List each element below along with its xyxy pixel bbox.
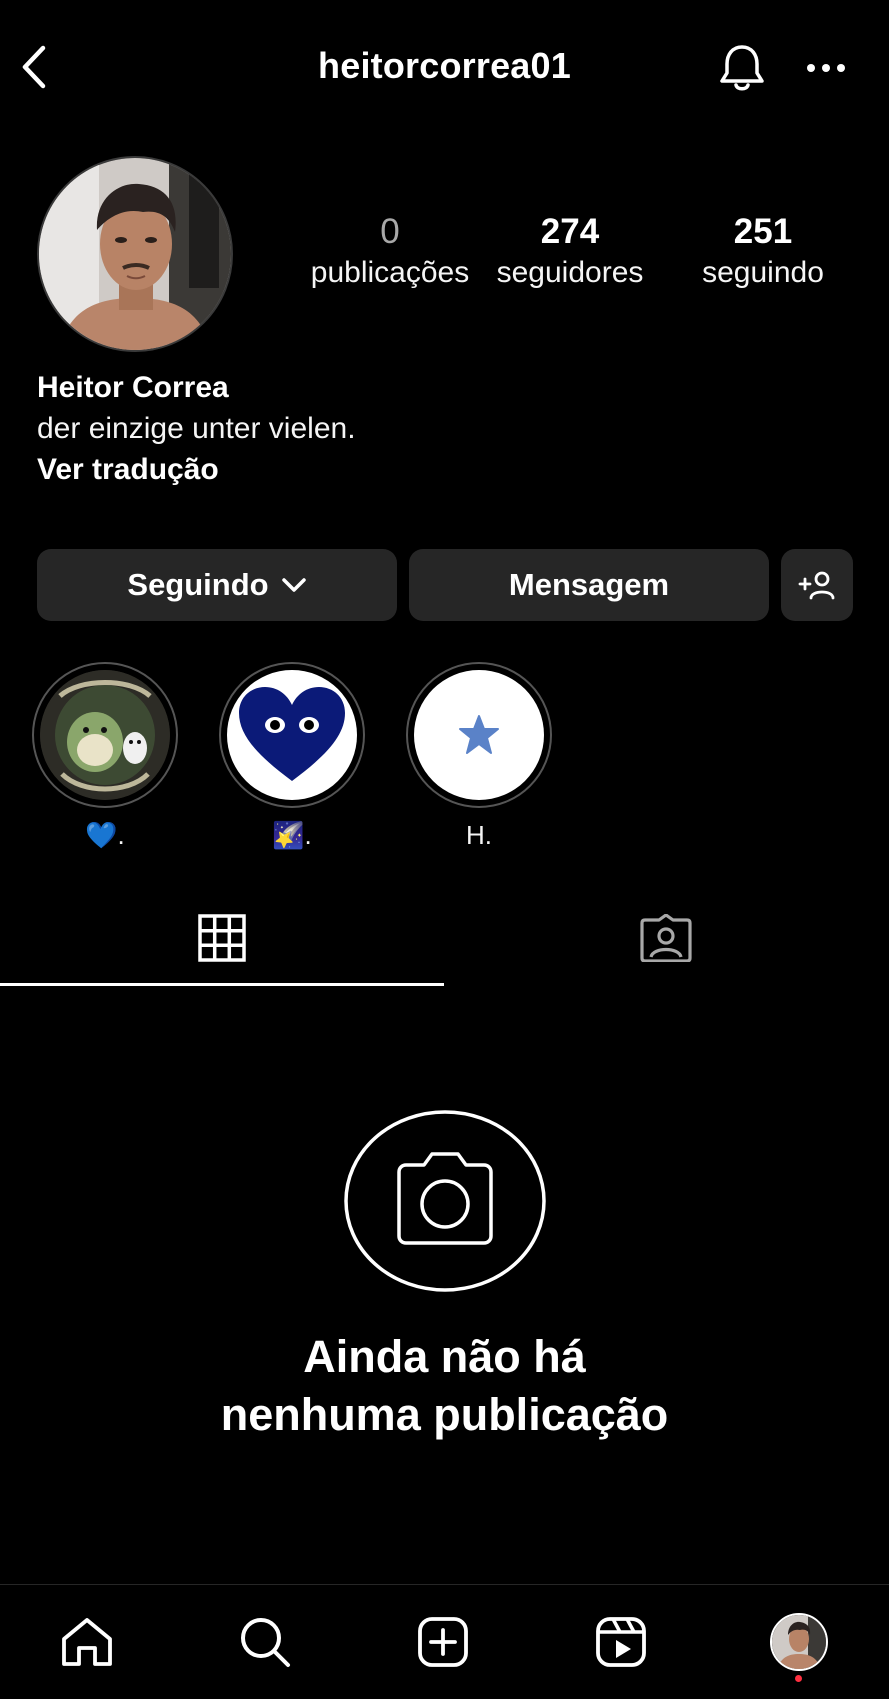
notification-dot (795, 1675, 802, 1682)
camera-icon (343, 1110, 546, 1292)
tab-posts-grid[interactable] (0, 890, 444, 986)
highlight-label: 💙. (85, 820, 125, 850)
highlight-label: H. (466, 820, 492, 850)
tagged-user-icon (640, 914, 692, 962)
highlight-label: 🌠. (272, 820, 312, 850)
top-bar: heitorcorrea01 (0, 0, 889, 134)
more-horizontal-icon (807, 64, 845, 72)
empty-state-title-line2: nenhuma publicação (220, 1389, 669, 1440)
profile-tabs (0, 890, 889, 986)
empty-state-title-line1: Ainda não há (303, 1331, 586, 1382)
stat-following-value: 251 (733, 212, 793, 251)
highlight-ring (406, 662, 552, 808)
profile-stats: 0 publicações 274 seguidores 251 seguind… (300, 208, 860, 298)
highlight-ring (32, 662, 178, 808)
stat-followers[interactable]: 274 seguidores (485, 208, 655, 290)
nav-home[interactable] (47, 1607, 127, 1677)
nav-create[interactable] (403, 1607, 483, 1677)
profile-bio: Heitor Correa der einzige unter vielen. … (37, 368, 857, 490)
empty-state: Ainda não há nenhuma publicação (0, 1110, 889, 1444)
following-button[interactable]: Seguindo (37, 549, 397, 621)
reels-icon (596, 1617, 646, 1667)
bottom-navigation (0, 1584, 889, 1699)
heart-icon (239, 687, 345, 781)
highlight-cover-star (414, 670, 544, 800)
create-post-icon (418, 1617, 468, 1667)
see-translation-link[interactable]: Ver tradução (37, 450, 857, 490)
more-options-button[interactable] (800, 48, 852, 88)
story-highlights: 💙. 🌠. H. (0, 662, 889, 852)
nav-reels[interactable] (581, 1607, 661, 1677)
stat-posts[interactable]: 0 publicações (300, 208, 480, 290)
empty-state-camera (343, 1110, 546, 1292)
home-icon (62, 1618, 112, 1666)
highlight-cover-heart (227, 670, 357, 800)
active-tab-indicator (0, 983, 444, 986)
highlight-item[interactable]: 💙. (32, 662, 178, 850)
profile-bio-text: der einzige unter vielen. (37, 412, 356, 445)
nav-search[interactable] (225, 1607, 305, 1677)
stat-following[interactable]: 251 seguindo (678, 208, 848, 290)
star-icon (459, 715, 499, 754)
suggested-people-button[interactable] (781, 549, 853, 621)
notifications-button[interactable] (714, 40, 770, 96)
grid-icon (198, 914, 246, 962)
profile-avatar-small (770, 1613, 828, 1671)
highlight-cover-totoro (40, 670, 170, 800)
stat-posts-value: 0 (380, 212, 400, 251)
profile-avatar[interactable] (37, 156, 233, 352)
following-button-label: Seguindo (127, 567, 269, 602)
stat-followers-label: seguidores (496, 256, 644, 289)
stat-posts-label: publicações (310, 256, 470, 289)
stat-followers-value: 274 (540, 212, 600, 251)
message-button-label: Mensagem (508, 567, 670, 602)
search-icon (241, 1618, 290, 1667)
highlight-item[interactable]: H. (406, 662, 552, 850)
highlight-item[interactable]: 🌠. (219, 662, 365, 850)
bell-icon (720, 45, 764, 91)
message-button[interactable]: Mensagem (409, 549, 769, 621)
nav-profile[interactable] (759, 1607, 839, 1682)
highlight-ring (219, 662, 365, 808)
profile-photo (39, 158, 231, 350)
stat-following-label: seguindo (702, 256, 824, 289)
chevron-down-icon (281, 578, 306, 592)
profile-full-name: Heitor Correa (37, 371, 229, 404)
tab-tagged[interactable] (444, 890, 888, 986)
add-person-icon (798, 571, 835, 600)
